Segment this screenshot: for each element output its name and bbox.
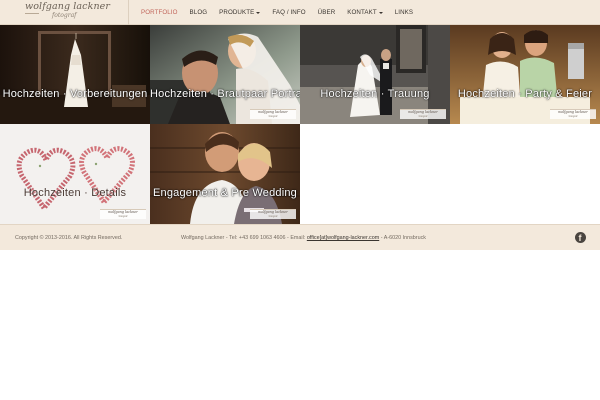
photographer-watermark: wolfgang lackner fotograf (100, 209, 146, 219)
gallery-tile-vorbereitungen[interactable]: Hochzeiten · Vorbereitungen (0, 25, 150, 124)
tile-title: Hochzeiten · Brautpaar Portraits (150, 88, 300, 100)
main-nav: PORTFOLIO BLOG PRODUKTE FAQ / INFO ÜBER … (128, 0, 419, 25)
nav-label: PRODUKTE (219, 9, 255, 16)
photographer-watermark: wolfgang lackner fotograf (250, 109, 296, 119)
footer-bar: Copyright © 2013-2016. All Rights Reserv… (0, 224, 600, 250)
contact-details: Wolfgang Lackner - Tel: +43 699 1063 460… (181, 235, 307, 241)
gallery-tile-trauung[interactable]: Hochzeiten · Trauung wolfgang lackner fot… (300, 25, 450, 124)
logo-subtitle: fotograf (52, 12, 77, 19)
nav-item-produkte[interactable]: PRODUKTE (213, 0, 266, 25)
chevron-down-icon (378, 12, 383, 14)
contact-info: Wolfgang Lackner - Tel: +43 699 1063 460… (181, 235, 426, 241)
site-logo[interactable]: wolfgang lackner fotograf (25, 1, 125, 23)
nav-label: KONTAKT (347, 9, 377, 16)
nav-label: ÜBER (317, 9, 336, 16)
tile-title: Engagement & Pre Wedding (152, 187, 298, 199)
watermark-sub: fotograf (568, 115, 578, 118)
photographer-watermark: wolfgang lackner fotograf (250, 209, 296, 219)
chevron-down-icon (256, 12, 261, 14)
watermark-sub: fotograf (418, 115, 428, 118)
nav-item-links[interactable]: LINKS (389, 0, 419, 25)
nav-item-ueber[interactable]: ÜBER (312, 0, 342, 25)
tile-title: Hochzeiten · Trauung (320, 88, 430, 100)
watermark-sub: fotograf (268, 215, 278, 218)
gallery-tile-brautpaar[interactable]: Hochzeiten · Brautpaar Portraits wolfgan… (150, 25, 300, 124)
nav-item-kontakt[interactable]: KONTAKT (341, 0, 388, 25)
tile-title: Hochzeiten · Party & Feier (457, 88, 593, 100)
nav-label: PORTFOLIO (141, 9, 178, 16)
gallery-tile-engagement[interactable]: Engagement & Pre Wedding wolfgang lackne… (150, 124, 300, 224)
nav-label: LINKS (394, 9, 414, 16)
watermark-sub: fotograf (118, 215, 128, 218)
email-link[interactable]: office[at]wolfgang-lackner.com (307, 235, 379, 241)
nav-label: FAQ / INFO (272, 9, 306, 16)
nav-label: BLOG (189, 9, 208, 16)
watermark-sub: fotograf (268, 115, 278, 118)
tile-title: Hochzeiten · Details (23, 187, 127, 199)
nav-item-portfolio[interactable]: PORTFOLIO (135, 0, 184, 25)
logo-rule (25, 13, 39, 14)
header-bar: wolfgang lackner fotograf PORTFOLIO BLOG… (0, 0, 600, 25)
copyright-text: Copyright © 2013-2016. All Rights Reserv… (15, 235, 123, 241)
contact-address: - A-6020 Innsbruck (379, 235, 426, 241)
dress-photo (0, 25, 150, 124)
photographer-watermark: wolfgang lackner fotograf (400, 109, 446, 119)
tile-title: Hochzeiten · Vorbereitungen (2, 88, 148, 100)
facebook-icon[interactable]: f (575, 232, 586, 243)
photographer-watermark: wolfgang lackner fotograf (550, 109, 596, 119)
logo-name: wolfgang lackner (25, 1, 111, 12)
nav-item-faq-info[interactable]: FAQ / INFO (266, 0, 311, 25)
nav-item-blog[interactable]: BLOG (184, 0, 214, 25)
gallery-tile-party[interactable]: Hochzeiten · Party & Feier wolfgang lack… (450, 25, 600, 124)
gallery-tile-details[interactable]: Hochzeiten · Details wolfgang lackner fot… (0, 124, 150, 224)
facebook-glyph: f (578, 233, 582, 243)
page: wolfgang lackner fotograf PORTFOLIO BLOG… (0, 0, 600, 400)
